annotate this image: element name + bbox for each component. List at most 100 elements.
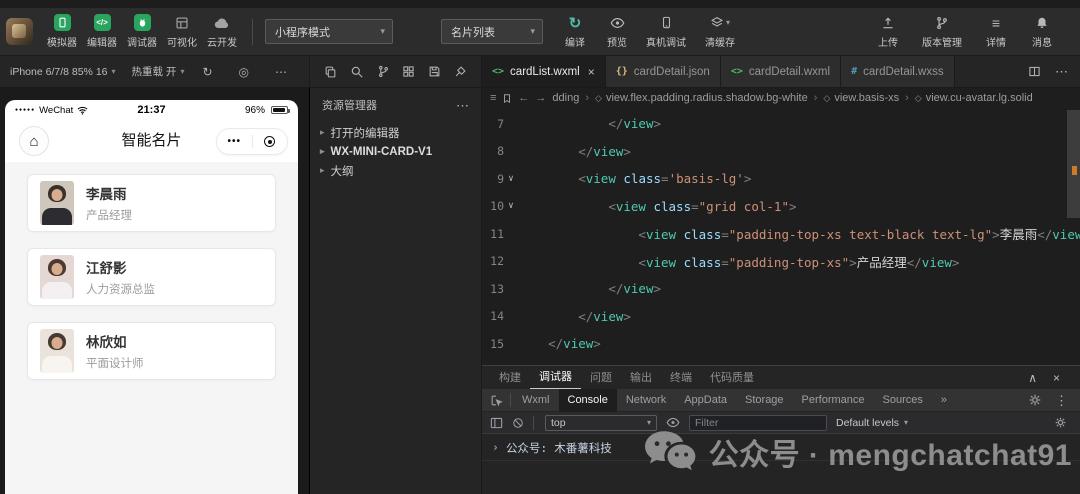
card-item-3[interactable]: 林欣如 平面设计师 <box>27 322 276 380</box>
line-number: 15 <box>490 336 504 351</box>
messages-button[interactable]: 消息 <box>1022 14 1062 49</box>
devtools-tab-storage[interactable]: Storage <box>736 389 793 412</box>
card-item-1[interactable]: 李晨雨 产品经理 <box>27 174 276 232</box>
files-icon[interactable] <box>324 65 337 79</box>
code-line-12[interactable]: 12 <view class="padding-top-xs">产品经理</vi… <box>482 248 1066 276</box>
panel-tab-debugger[interactable]: 调试器 <box>530 366 581 389</box>
panel-tab-terminal[interactable]: 终端 <box>661 367 701 389</box>
inspect-element-icon[interactable] <box>482 394 510 407</box>
code-line-9[interactable]: 9 ∨ <view class='basis-lg'> <box>482 165 1066 193</box>
breadcrumb-item[interactable]: ◇ view.basis-xs <box>823 92 899 104</box>
editor-tab-bar: <> cardList.wxml × {} cardDetail.json <>… <box>482 56 1080 87</box>
page-select[interactable]: 名片列表 ▾ <box>441 19 543 44</box>
devtools-tab-appdata[interactable]: AppData <box>675 389 736 412</box>
tab-carddetail-json[interactable]: {} cardDetail.json <box>605 56 721 87</box>
mode-select[interactable]: 小程序模式 ▾ <box>265 19 393 44</box>
search-icon[interactable] <box>350 65 364 79</box>
save-icon[interactable] <box>428 65 441 78</box>
panel-tab-output[interactable]: 输出 <box>621 367 661 389</box>
toolbar-button-cloud-dev[interactable]: 云开发 <box>202 14 242 49</box>
hot-reload-select[interactable]: 热重载 开 ▾ <box>132 64 185 79</box>
maximize-panel-icon[interactable]: ∧ <box>1028 372 1037 384</box>
main-toolbar: 模拟器 </> 编辑器 调试器 可视化 云开发 小程序模式 ▾ 名片列表 ▾ ↻… <box>0 8 1080 56</box>
home-button[interactable]: ⌂ <box>19 126 49 156</box>
split-editor-icon[interactable] <box>1028 65 1041 78</box>
toolbar-button-simulator[interactable]: 模拟器 <box>42 14 82 49</box>
more-icon[interactable]: ⋯ <box>275 66 287 78</box>
live-expression-eye-icon[interactable] <box>666 417 680 428</box>
upload-button[interactable]: 上传 <box>868 14 908 49</box>
code-text: </view> <box>608 116 662 132</box>
toolbar-button-editor[interactable]: </> 编辑器 <box>82 14 122 49</box>
filter-input[interactable] <box>689 414 827 431</box>
console-output[interactable]: › 公众号: 木番薯科技 <box>482 434 1080 494</box>
back-icon[interactable]: ← <box>518 92 529 104</box>
breadcrumb-item[interactable]: ◇ view.flex.padding.radius.shadow.bg-whi… <box>595 92 808 104</box>
eye-icon <box>609 14 626 31</box>
code-line-14[interactable]: 14 </view> <box>482 303 1066 331</box>
panel-tab-problems[interactable]: 问题 <box>581 367 621 389</box>
tab-carddetail-wxss[interactable]: # cardDetail.wxss <box>841 56 955 87</box>
capsule-exit-button[interactable] <box>253 129 288 154</box>
chevron-down-icon: ▾ <box>180 67 185 76</box>
real-device-debug-button[interactable]: 真机调试 <box>639 14 693 49</box>
code-line-10[interactable]: 10 ∨ <view class="grid col-1"> <box>482 193 1066 221</box>
more-icon[interactable]: ⋯ <box>456 99 469 112</box>
code-line-13[interactable]: 13 </view> <box>482 275 1066 303</box>
console-sidebar-icon[interactable] <box>490 417 503 429</box>
code-line-15[interactable]: 15 </view> <box>482 330 1066 358</box>
devtools-tab-wxml[interactable]: Wxml <box>513 389 559 412</box>
panel-tab-build[interactable]: 构建 <box>490 367 530 389</box>
capsule-more-button[interactable]: ••• <box>217 129 252 154</box>
explorer-item-open-editors[interactable]: ▸ 打开的编辑器 <box>310 123 481 142</box>
editor-scrollbar[interactable] <box>1067 110 1080 218</box>
tab-cardlist-wxml[interactable]: <> cardList.wxml × <box>482 56 606 87</box>
toolbar-button-label: 模拟器 <box>47 38 77 49</box>
tools-icon[interactable] <box>454 65 467 78</box>
card-item-2[interactable]: 江舒影 人力资源总监 <box>27 248 276 306</box>
devtools-tab-console[interactable]: Console <box>558 388 617 412</box>
clear-cache-button[interactable]: ▾ 清缓存 <box>695 14 745 49</box>
code-line-11[interactable]: 11 <view class="padding-top-xs text-blac… <box>482 220 1080 248</box>
breadcrumb-separator: › <box>905 92 909 104</box>
refresh-icon[interactable]: ↻ <box>202 66 212 78</box>
outline-list-icon[interactable]: ≡ <box>490 92 496 104</box>
simulator-quick-icons: ↻ ◎ ⋯ <box>202 66 299 78</box>
forward-icon[interactable]: → <box>535 92 546 104</box>
code-line-7[interactable]: 7 </view> <box>482 110 1066 138</box>
code-line-8[interactable]: 8 </view> <box>482 138 1066 166</box>
devtools-tab-performance[interactable]: Performance <box>793 389 874 412</box>
git-branch-icon <box>934 14 951 31</box>
context-select[interactable]: top ▾ <box>545 414 657 431</box>
record-icon[interactable]: ◎ <box>239 66 249 78</box>
explorer-item-project-root[interactable]: ▸ WX-MINI-CARD-V1 <box>310 142 481 161</box>
close-panel-icon[interactable]: × <box>1053 372 1060 384</box>
explorer-item-outline[interactable]: ▸ 大纲 <box>310 161 481 180</box>
devtools-tab-sources[interactable]: Sources <box>874 389 932 412</box>
more-icon[interactable]: ⋯ <box>1055 65 1068 78</box>
fold-chevron-icon[interactable]: ∨ <box>504 174 518 184</box>
breadcrumb-item[interactable]: ◇ view.cu-avatar.lg.solid <box>915 92 1033 104</box>
line-number: 13 <box>490 281 504 296</box>
panel-tab-code-quality[interactable]: 代码质量 <box>701 367 763 389</box>
device-select[interactable]: iPhone 6/7/8 85% 16 ▾ <box>10 66 116 78</box>
details-button[interactable]: ≡ 详情 <box>976 14 1016 50</box>
clear-console-icon[interactable] <box>512 417 524 429</box>
extensions-icon[interactable] <box>402 65 415 78</box>
preview-button[interactable]: 预览 <box>597 14 637 49</box>
breadcrumb-item[interactable]: dding <box>552 92 579 104</box>
toolbar-button-visualization[interactable]: 可视化 <box>162 14 202 49</box>
source-control-icon[interactable] <box>377 65 390 78</box>
kebab-menu-icon[interactable]: ⋮ <box>1055 394 1068 407</box>
tab-carddetail-wxml[interactable]: <> cardDetail.wxml <box>720 56 842 87</box>
devtools-tab-network[interactable]: Network <box>617 389 675 412</box>
compile-button[interactable]: ↻ 编译 <box>555 14 595 50</box>
version-control-button[interactable]: 版本管理 <box>914 14 970 49</box>
console-settings-gear-icon[interactable] <box>1055 417 1072 428</box>
more-tabs-icon[interactable]: » <box>932 389 956 412</box>
toolbar-button-debugger[interactable]: 调试器 <box>122 14 162 49</box>
fold-chevron-icon[interactable]: ∨ <box>504 201 518 211</box>
close-icon[interactable]: × <box>588 65 595 79</box>
bookmark-icon[interactable] <box>502 93 512 104</box>
log-levels-select[interactable]: Default levels ▾ <box>836 417 908 429</box>
